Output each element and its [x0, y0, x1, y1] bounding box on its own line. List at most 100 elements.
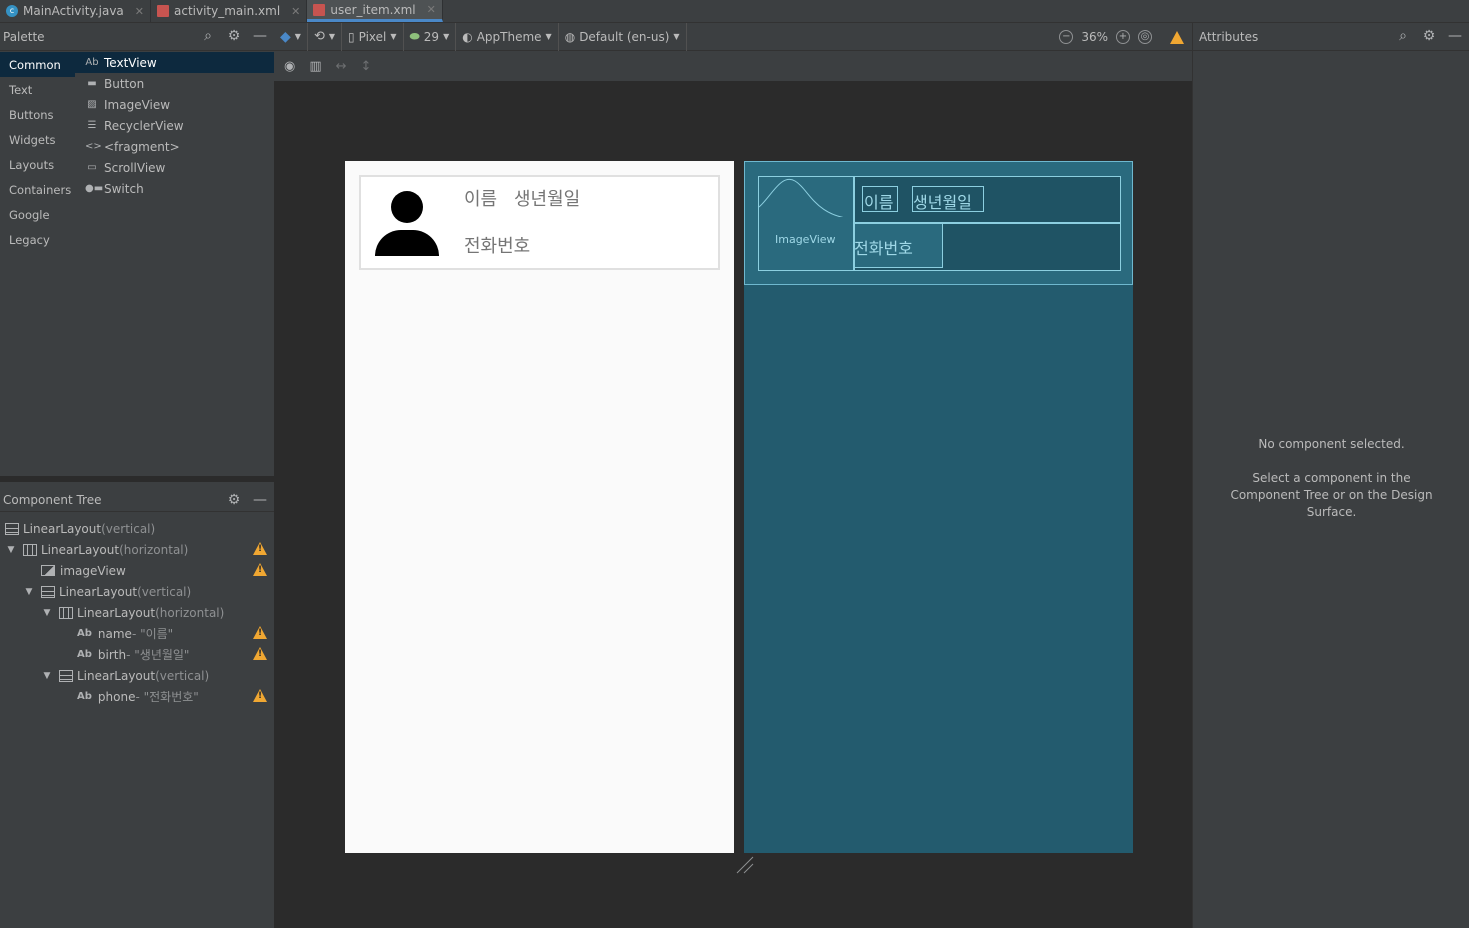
- close-icon[interactable]: ✕: [135, 5, 144, 18]
- tab-user-item-xml[interactable]: user_item.xml ✕: [307, 0, 443, 22]
- blueprint-phone-text: 전화번호: [854, 239, 913, 258]
- palette-item-textview[interactable]: Ab TextView: [75, 52, 274, 73]
- expand-triangle-icon[interactable]: ▼: [23, 587, 35, 597]
- zoom-out-icon[interactable]: −: [1059, 30, 1074, 44]
- tree-row-detail: (horizontal): [119, 542, 189, 557]
- palette-items: Ab TextView ▬ Button ▨ ImageView ☰ Recyc…: [75, 52, 274, 199]
- expand-triangle-icon[interactable]: ▼: [41, 671, 53, 681]
- name-text[interactable]: 이름: [464, 185, 497, 211]
- theme-dropdown[interactable]: ◐ AppTheme ▼: [456, 22, 559, 51]
- category-text[interactable]: Text: [0, 77, 75, 102]
- zoom-in-icon[interactable]: +: [1116, 30, 1130, 44]
- textview-icon: Ab: [85, 57, 99, 68]
- linear-vertical-icon: [59, 669, 73, 682]
- expand-triangle-icon[interactable]: ▼: [41, 608, 53, 618]
- category-layouts[interactable]: Layouts: [0, 152, 75, 177]
- design-preview[interactable]: 이름 생년월일 전화번호: [345, 161, 734, 853]
- birth-text[interactable]: 생년월일: [514, 185, 580, 211]
- palette-item-scrollview[interactable]: ▭ ScrollView: [75, 157, 274, 178]
- chevron-down-icon: ▼: [390, 32, 397, 41]
- gear-icon[interactable]: ⚙: [226, 492, 242, 508]
- xml-layout-icon: [157, 5, 169, 17]
- zoom-fit-icon[interactable]: ◎: [1138, 30, 1152, 44]
- close-icon[interactable]: ✕: [427, 3, 436, 16]
- tree-row-detail: - "생년월일": [126, 648, 190, 662]
- warning-icon[interactable]: [1170, 30, 1184, 44]
- palette-item-label: Button: [104, 76, 145, 91]
- rotate-icon: ⟲: [313, 29, 325, 44]
- category-buttons[interactable]: Buttons: [0, 102, 75, 127]
- blueprint-item-outline[interactable]: ImageView 이름 생년월일 전화번호: [744, 161, 1133, 285]
- minimize-icon[interactable]: —: [1447, 28, 1463, 44]
- palette-item-button[interactable]: ▬ Button: [75, 73, 274, 94]
- warning-icon[interactable]: [253, 647, 267, 660]
- layers-icon: ◆: [280, 28, 291, 45]
- gear-icon[interactable]: ⚙: [1421, 28, 1437, 44]
- device-dropdown[interactable]: ▯ Pixel ▼: [342, 22, 404, 51]
- column-icon[interactable]: ▥: [309, 59, 321, 74]
- warning-icon[interactable]: [253, 626, 267, 639]
- warning-icon[interactable]: [253, 563, 267, 576]
- category-containers[interactable]: Containers: [0, 177, 75, 202]
- expand-triangle-icon[interactable]: ▼: [5, 545, 17, 555]
- linear-vertical-icon: [5, 522, 19, 535]
- button-icon: ▬: [87, 78, 97, 89]
- design-mode-dropdown[interactable]: ◆ ▼: [274, 22, 308, 51]
- close-icon[interactable]: ✕: [291, 5, 300, 18]
- globe-icon: ◍: [564, 29, 576, 44]
- tree-row-linearlayout-horizontal[interactable]: ▼ LinearLayout (horizontal): [0, 539, 274, 560]
- tree-row-detail: - "이름": [131, 627, 174, 641]
- tree-row-linearlayout-horizontal-inner[interactable]: ▼ LinearLayout (horizontal): [0, 602, 274, 623]
- search-icon[interactable]: ⌕: [200, 28, 216, 44]
- tree-row-name: LinearLayout: [77, 668, 156, 683]
- textview-icon: Ab: [77, 691, 92, 702]
- category-common[interactable]: Common: [0, 52, 75, 77]
- palette-item-switch[interactable]: ●▬ Switch: [75, 178, 274, 199]
- android-icon: ⬬: [409, 29, 420, 43]
- locale-dropdown[interactable]: ◍ Default (en-us) ▼: [559, 22, 687, 51]
- tree-row-imageview[interactable]: imageView: [0, 560, 274, 581]
- minimize-icon[interactable]: —: [252, 492, 268, 508]
- minimize-icon[interactable]: —: [252, 28, 268, 44]
- vertical-arrows-icon[interactable]: ↕: [361, 59, 372, 74]
- search-icon[interactable]: ⌕: [1395, 28, 1411, 44]
- palette-item-recyclerview[interactable]: ☰ RecyclerView: [75, 115, 274, 136]
- horizontal-arrows-icon[interactable]: ↔: [336, 59, 347, 74]
- tree-row-linearlayout-vertical-inner[interactable]: ▼ LinearLayout (vertical): [0, 665, 274, 686]
- tree-row-name: LinearLayout: [77, 605, 156, 620]
- warning-icon[interactable]: [253, 689, 267, 702]
- api-level-dropdown[interactable]: ⬬ 29 ▼: [404, 22, 457, 51]
- palette-item-label: Switch: [104, 181, 144, 196]
- phone-text[interactable]: 전화번호: [464, 232, 530, 258]
- blueprint-preview[interactable]: ImageView 이름 생년월일 전화번호: [744, 161, 1133, 853]
- blueprint-imageview[interactable]: ImageView: [758, 176, 854, 271]
- tree-row-phone-textview[interactable]: Ab phone - "전화번호": [0, 686, 274, 707]
- tree-row-name-textview[interactable]: Ab name - "이름": [0, 623, 274, 644]
- tab-main-activity-java[interactable]: c MainActivity.java ✕: [0, 0, 151, 22]
- tab-activity-main-xml[interactable]: activity_main.xml ✕: [151, 0, 308, 22]
- eye-icon[interactable]: ◉: [284, 59, 295, 74]
- linear-vertical-icon: [41, 585, 55, 598]
- tree-row-linearlayout-vertical[interactable]: ▼ LinearLayout (vertical): [0, 581, 274, 602]
- tree-row-root-linearlayout[interactable]: LinearLayout (vertical): [0, 518, 274, 539]
- palette-item-fragment[interactable]: <> <fragment>: [75, 136, 274, 157]
- user-item-card[interactable]: 이름 생년월일 전화번호: [359, 175, 720, 270]
- blueprint-image-curve: [759, 178, 844, 217]
- tree-row-birth-textview[interactable]: Ab birth - "생년월일": [0, 644, 274, 665]
- person-icon[interactable]: [374, 191, 440, 257]
- category-google[interactable]: Google: [0, 202, 75, 227]
- theme-icon: ◐: [462, 29, 473, 44]
- category-widgets[interactable]: Widgets: [0, 127, 75, 152]
- tree-row-name: imageView: [60, 563, 126, 578]
- design-canvas[interactable]: 이름 생년월일 전화번호 ImageView 이름 생년월일 전화번호: [274, 81, 1192, 928]
- resize-handle-icon[interactable]: [735, 855, 755, 875]
- image-icon: ▨: [87, 99, 97, 110]
- orientation-dropdown[interactable]: ⟲ ▼: [308, 22, 342, 51]
- no-component-message: No component selected.: [1258, 437, 1405, 451]
- palette-item-imageview[interactable]: ▨ ImageView: [75, 94, 274, 115]
- warning-icon[interactable]: [253, 542, 267, 555]
- tree-row-detail: (vertical): [101, 521, 156, 536]
- category-legacy[interactable]: Legacy: [0, 227, 75, 252]
- gear-icon[interactable]: ⚙: [226, 28, 242, 44]
- locale-label: Default (en-us): [579, 29, 670, 44]
